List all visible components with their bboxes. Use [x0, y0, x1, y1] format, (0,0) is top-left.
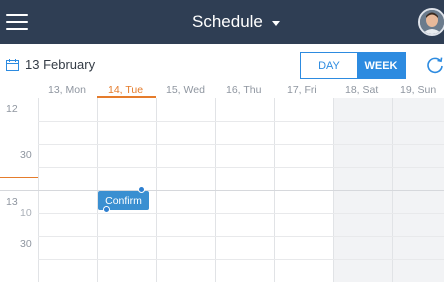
- current-date-text: 13 February: [25, 57, 96, 72]
- app-header: Schedule: [0, 0, 444, 44]
- time-label-30: 30: [20, 149, 32, 161]
- resize-handle-bottom[interactable]: [103, 206, 110, 213]
- time-label-13: 13: [6, 196, 18, 208]
- slot-line: [38, 167, 444, 168]
- time-label-12: 12: [6, 103, 18, 115]
- view-switch: DAY WEEK: [300, 52, 406, 79]
- day-header-mon[interactable]: 13, Mon: [48, 84, 86, 96]
- day-header-tue[interactable]: 14, Tue: [108, 84, 143, 96]
- menu-bar: [6, 28, 28, 30]
- day-header-sat[interactable]: 18, Sat: [345, 84, 378, 96]
- slot-line: [38, 144, 444, 145]
- day-header-row: 13, Mon 14, Tue 15, Wed 16, Thu 17, Fri …: [0, 84, 444, 98]
- refresh-icon[interactable]: [425, 55, 444, 75]
- slot-line: [38, 213, 444, 214]
- calendar-icon: [6, 58, 19, 71]
- slot-line: [38, 236, 444, 237]
- day-header-thu[interactable]: 16, Thu: [226, 84, 261, 96]
- slot-line: [38, 121, 444, 122]
- day-view-button[interactable]: DAY: [301, 53, 357, 78]
- time-label-30b: 30: [20, 238, 32, 250]
- day-header-wed[interactable]: 15, Wed: [166, 84, 205, 96]
- hour-line: [0, 190, 444, 191]
- page-title: Schedule: [192, 12, 263, 31]
- day-header-fri[interactable]: 17, Fri: [287, 84, 317, 96]
- user-avatar-icon[interactable]: [418, 8, 444, 36]
- menu-bar: [6, 14, 28, 16]
- week-time-grid[interactable]: 12 30 13 10 30 Confirm: [0, 98, 444, 282]
- caret-down-icon: [271, 20, 280, 26]
- time-label-10: 10: [20, 207, 32, 219]
- current-date-picker[interactable]: 13 February: [6, 57, 95, 72]
- day-header-sun[interactable]: 19, Sun: [400, 84, 436, 96]
- week-view-button[interactable]: WEEK: [357, 53, 405, 78]
- slot-line: [38, 259, 444, 260]
- menu-bar: [6, 21, 28, 23]
- schedule-title-dropdown[interactable]: Schedule: [192, 11, 280, 33]
- avatar-portrait: [420, 10, 444, 34]
- event-title: Confirm: [105, 194, 142, 207]
- resize-handle-top[interactable]: [138, 186, 145, 193]
- hamburger-menu-icon[interactable]: [6, 13, 28, 31]
- current-time-indicator: [0, 177, 38, 178]
